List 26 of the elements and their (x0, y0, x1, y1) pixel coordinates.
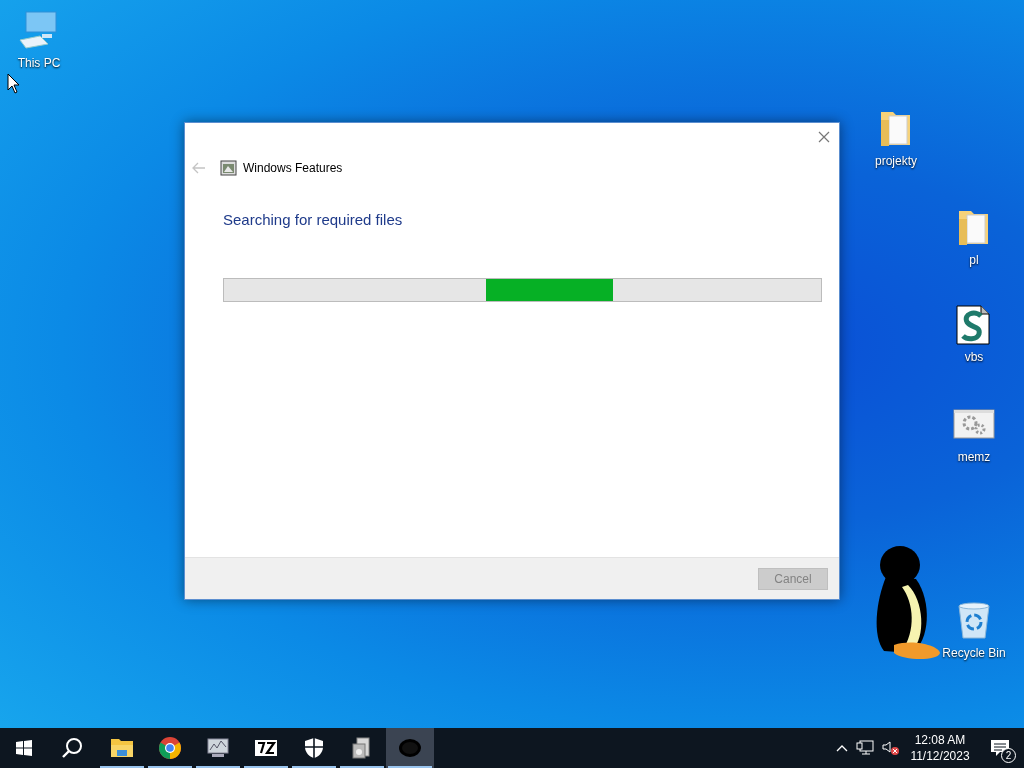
icon-label: pl (969, 252, 979, 269)
taskbar-app-button[interactable] (386, 728, 434, 768)
status-heading: Searching for required files (223, 210, 404, 230)
notification-button[interactable]: 2 (980, 728, 1020, 768)
window-title: Windows Features (243, 160, 343, 177)
close-icon[interactable] (818, 131, 830, 143)
icon-label: projekty (875, 153, 917, 170)
features-window-icon (220, 160, 237, 176)
network-icon[interactable] (856, 740, 874, 756)
folder-icon (110, 736, 134, 760)
shield-icon (302, 736, 326, 760)
search-icon (61, 737, 83, 759)
computer-icon[interactable] (18, 10, 60, 52)
notification-count: 2 (1001, 748, 1016, 763)
icon-label: memz (957, 449, 991, 466)
clock-date: 11/12/2023 (910, 748, 970, 764)
chart-monitor-icon (206, 736, 230, 760)
icon-label: Recycle Bin (942, 645, 1006, 662)
browser-icon (158, 736, 182, 760)
icon-label: vbs (964, 349, 984, 366)
chevron-up-icon[interactable] (836, 744, 848, 752)
windows-logo-icon (16, 740, 32, 756)
muted-speaker-icon[interactable] (882, 740, 900, 756)
mouse-pointer-icon (7, 73, 21, 95)
clock-time: 12:08 AM (914, 732, 966, 748)
icon-label: This PC (17, 55, 61, 72)
